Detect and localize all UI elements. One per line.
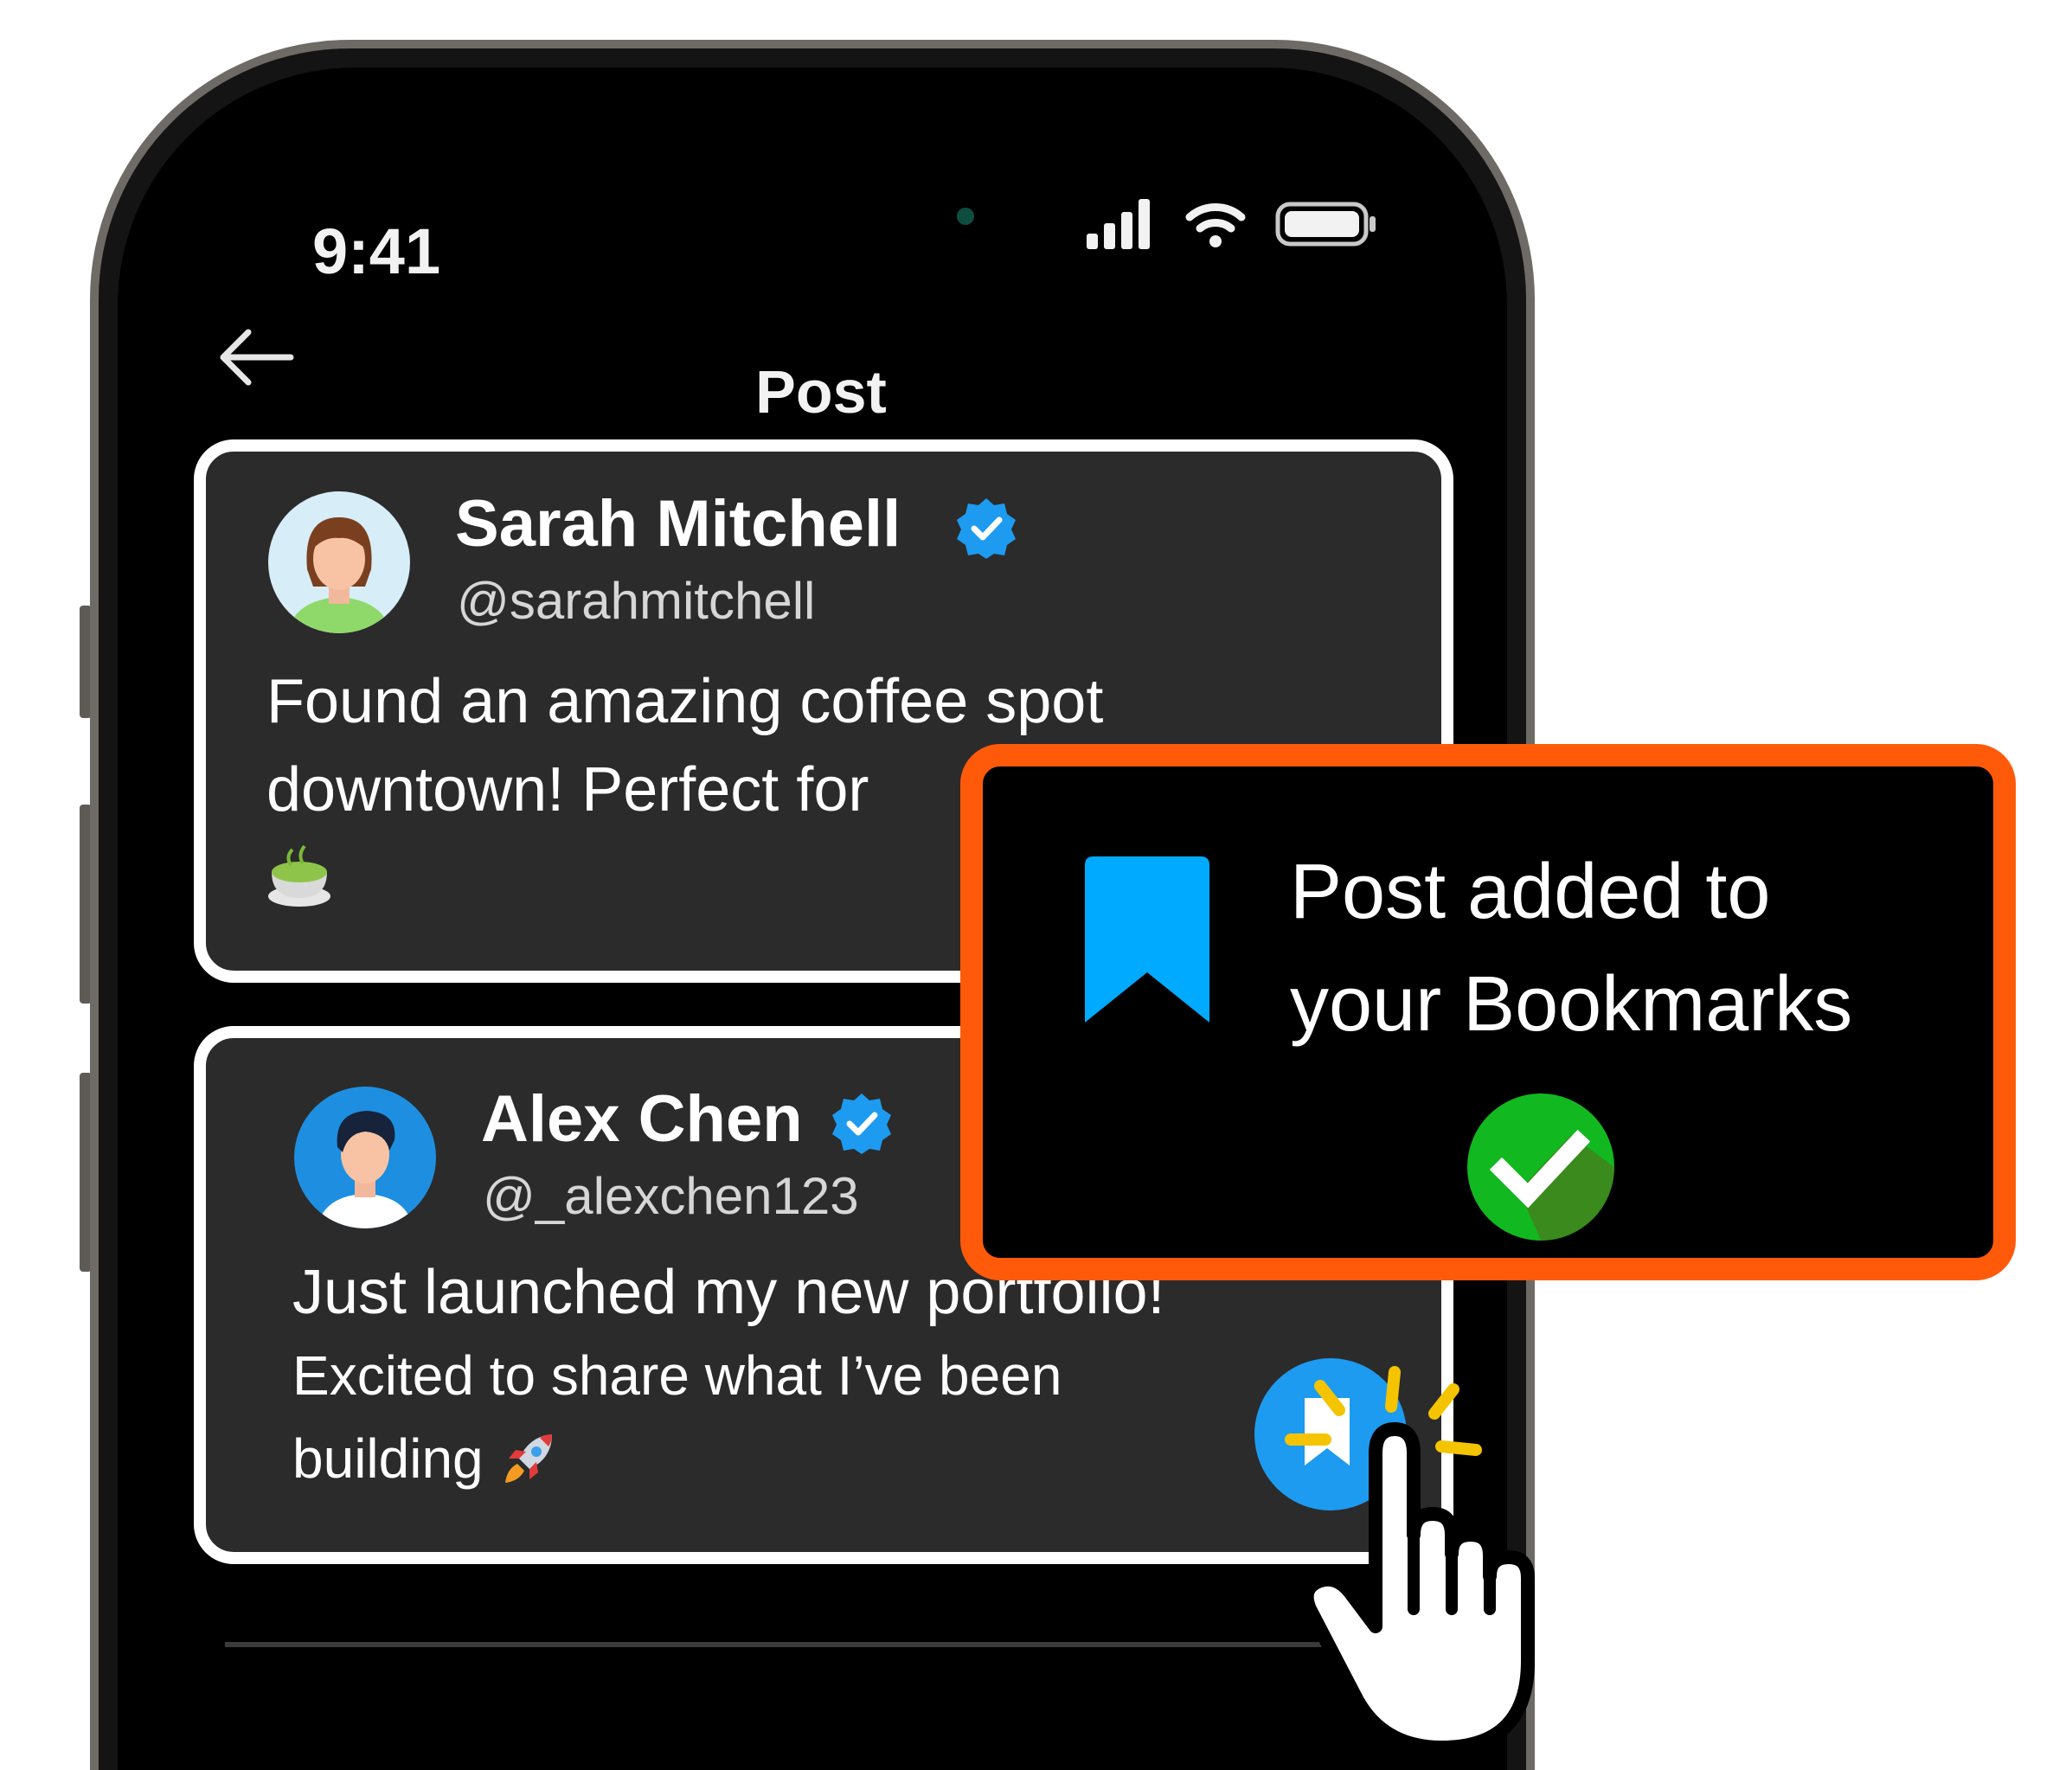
author-name[interactable]: Sarah Mitchell xyxy=(455,486,901,561)
post-line: building xyxy=(292,1417,1165,1500)
toast-line-1: Post added to xyxy=(1290,849,1771,935)
verified-icon xyxy=(832,1093,891,1154)
post-line: Found an amazing coffee spot xyxy=(266,667,1104,736)
signal-icon xyxy=(1087,199,1150,249)
toast-message: Post added to your Bookmarks xyxy=(1290,836,1852,1061)
post-line-text: building xyxy=(292,1427,484,1490)
checkmark-icon xyxy=(1467,1093,1614,1241)
bottom-divider xyxy=(225,1642,1332,1647)
status-time: 9:41 xyxy=(312,215,441,287)
battery-icon xyxy=(1275,202,1376,247)
status-icons xyxy=(1087,199,1377,249)
post-body: Just launched my new portfolio! Excited … xyxy=(292,1251,1165,1500)
avatar-illustration xyxy=(268,491,410,633)
author-handle[interactable]: @sarahmitchell xyxy=(457,571,815,631)
page-title: Post xyxy=(755,358,887,426)
bookmark-toast: Post added to your Bookmarks xyxy=(960,744,2016,1280)
avatar-illustration xyxy=(294,1087,436,1228)
tea-emoji-icon xyxy=(268,844,330,907)
pointing-hand-icon xyxy=(1285,1366,1535,1754)
avatar-sarah xyxy=(268,491,410,633)
toast-line-2: your Bookmarks xyxy=(1290,961,1853,1048)
verified-icon xyxy=(957,498,1016,559)
front-camera xyxy=(957,208,974,225)
post-line: Excited to share what I’ve been xyxy=(292,1344,1062,1407)
wifi-icon xyxy=(1185,203,1246,247)
author-handle[interactable]: @_alexchen123 xyxy=(483,1166,859,1226)
avatar-alex xyxy=(294,1087,436,1228)
author-name[interactable]: Alex Chen xyxy=(481,1081,803,1157)
bookmark-icon xyxy=(1085,856,1209,1023)
rocket-emoji-icon xyxy=(505,1434,553,1483)
